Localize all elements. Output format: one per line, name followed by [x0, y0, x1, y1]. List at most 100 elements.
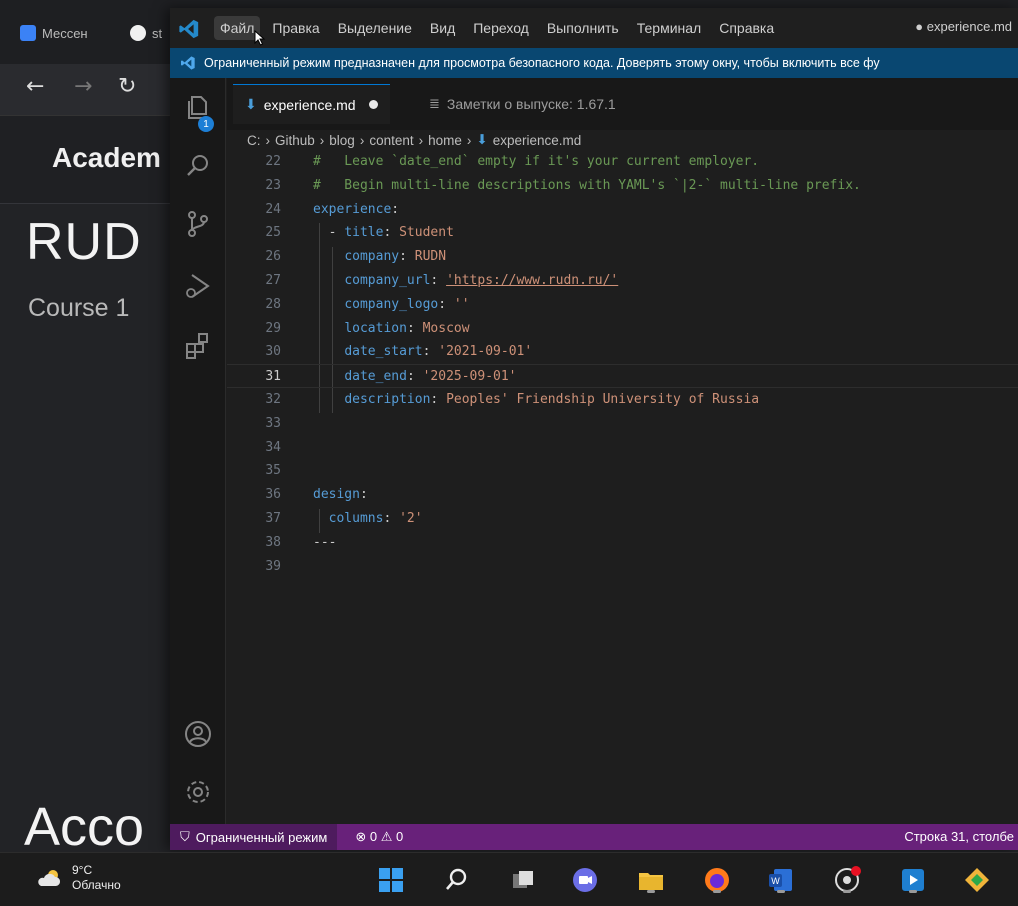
problems-indicator[interactable]: ⊗ 0 ⚠ 0	[337, 829, 403, 845]
extensions-icon[interactable]	[182, 330, 214, 362]
start-windows-icon[interactable]	[376, 865, 406, 895]
breadcrumb-item[interactable]: C:	[247, 133, 261, 148]
weather-widget[interactable]: 9°C Облачно	[36, 863, 121, 893]
line-number: 23	[265, 177, 281, 193]
breadcrumb-item[interactable]: home	[428, 133, 462, 148]
yaml-indent	[313, 369, 344, 384]
yaml-val: '2'	[399, 511, 423, 526]
unsaved-dot-icon[interactable]	[368, 100, 378, 109]
yaml-key: title	[344, 225, 384, 241]
line-number: 24	[265, 201, 281, 217]
tab-release-notes[interactable]: ≣ Заметки о выпуске: 1.67.1	[417, 84, 628, 124]
browser-tab-messenger[interactable]: Мессен	[20, 18, 88, 48]
yaml-indent: -	[313, 225, 345, 241]
menu-edit[interactable]: Правка	[266, 16, 325, 40]
yaml-key: date_start	[344, 344, 423, 360]
vscode-logo-icon	[179, 19, 199, 39]
yaml-indent	[313, 511, 329, 526]
line-number: 38	[265, 534, 281, 550]
code-line[interactable]: 32 description: Peoples' Friendship Univ…	[227, 388, 1018, 412]
chat-icon[interactable]	[570, 865, 600, 895]
yaml-key: company	[344, 249, 400, 265]
account-icon[interactable]	[182, 718, 214, 750]
yaml-sep: :	[422, 344, 439, 360]
site-title[interactable]: Academ	[52, 142, 161, 174]
code-line[interactable]: 39	[227, 555, 1018, 579]
code-line[interactable]: 25 - title: Student	[227, 221, 1018, 245]
code-text: company_url: 'https://www.rudn.ru/'	[313, 269, 618, 293]
menu-run[interactable]: Выполнить	[541, 16, 625, 40]
code-line[interactable]: 27 company_url: 'https://www.rudn.ru/'	[227, 269, 1018, 293]
code-line[interactable]: 28 company_logo: ''	[227, 293, 1018, 317]
code-line[interactable]: 22 # Leave `date_end` empty if it's your …	[227, 152, 1018, 174]
search-icon[interactable]	[182, 150, 214, 182]
firefox-icon[interactable]	[702, 865, 732, 895]
breadcrumb-item[interactable]: blog	[329, 133, 355, 148]
code-text: # Leave `date_end` empty if it's your cu…	[313, 152, 759, 174]
code-line[interactable]: 35	[227, 459, 1018, 483]
code-editor[interactable]: 22 # Leave `date_end` empty if it's your …	[227, 152, 1018, 824]
search-icon[interactable]	[442, 865, 472, 895]
forward-arrow-icon[interactable]: →	[74, 74, 92, 99]
yaml-sep: :	[359, 487, 368, 503]
breadcrumb-item[interactable]: content	[369, 133, 413, 148]
code-line[interactable]: 24 experience:	[227, 198, 1018, 222]
word-icon[interactable]: W	[766, 865, 796, 895]
code-text: experience:	[313, 198, 399, 222]
code-line[interactable]: 31 date_end: '2025-09-01'	[227, 364, 1018, 388]
code-line[interactable]: 34	[227, 436, 1018, 460]
task-view-icon[interactable]	[508, 865, 538, 895]
yaml-val: 'https://www.rudn.ru/'	[446, 273, 619, 288]
code-line[interactable]: 37 columns: '2'	[227, 507, 1018, 531]
code-line[interactable]: 38 ---	[227, 531, 1018, 555]
error-icon: ⊗	[355, 829, 367, 844]
settings-gear-icon[interactable]	[182, 776, 214, 808]
restricted-mode-indicator[interactable]: ⛉ Ограниченный режим	[170, 824, 338, 850]
breadcrumb-item[interactable]: experience.md	[493, 133, 582, 148]
menu-go[interactable]: Переход	[467, 16, 535, 40]
video-player-icon[interactable]	[898, 865, 928, 895]
yaml-val: Peoples' Friendship University of Russia	[446, 392, 760, 407]
code-line[interactable]: 29 location: Moscow	[227, 317, 1018, 341]
file-explorer-icon[interactable]	[636, 865, 666, 895]
line-number: 27	[265, 273, 281, 288]
menu-help[interactable]: Справка	[713, 16, 780, 40]
code-line[interactable]: 26 company: RUDN	[227, 245, 1018, 269]
browser-tab-github[interactable]: st	[130, 18, 162, 48]
browser-tab-label: Мессен	[42, 25, 88, 41]
code-line[interactable]: 30 date_start: '2021-09-01'	[227, 340, 1018, 364]
reload-icon[interactable]: ↻	[118, 74, 136, 99]
obs-studio-icon[interactable]	[832, 865, 862, 895]
error-count: 0	[369, 829, 378, 844]
menu-view[interactable]: Вид	[424, 16, 461, 40]
yaml-indent	[313, 321, 344, 336]
cursor-position[interactable]: Строка 31, столбе	[904, 829, 1014, 844]
code-text: - title: Student	[313, 221, 454, 245]
yaml-sep: :	[383, 511, 400, 526]
code-line[interactable]: 33	[227, 412, 1018, 436]
yaml-key: design	[313, 487, 360, 503]
code-text: ---	[313, 531, 336, 555]
menu-selection[interactable]: Выделение	[332, 16, 418, 40]
restricted-mode-banner[interactable]: Ограниченный режим предназначен для прос…	[170, 48, 1018, 78]
line-number: 39	[265, 558, 281, 574]
git-app-icon[interactable]	[962, 865, 992, 895]
code-line[interactable]: 23 # Begin multi-line descriptions with Y…	[227, 174, 1018, 198]
warning-count: 0	[395, 829, 404, 844]
code-token: # Begin multi-line descriptions with YAM…	[313, 177, 861, 193]
editor-tab-bar: ⬇ experience.md ≣ Заметки о выпуске: 1.6…	[227, 78, 1018, 130]
code-line[interactable]: 36 design:	[227, 483, 1018, 507]
source-control-icon[interactable]	[182, 208, 214, 240]
code-text: location: Moscow	[313, 317, 469, 341]
vscode-window: Файл Правка Выделение Вид Переход Выполн…	[170, 8, 1018, 850]
taskbar: 9°C Облачно W	[0, 852, 1018, 906]
menu-terminal[interactable]: Терминал	[631, 16, 707, 40]
run-debug-icon[interactable]	[182, 270, 214, 302]
back-arrow-icon[interactable]: ←	[26, 74, 44, 99]
section-heading: Acco	[24, 797, 145, 857]
status-bar: ⛉ Ограниченный режим ⊗ 0 ⚠ 0 Строка 31, …	[170, 824, 1018, 850]
code-text: description: Peoples' Friendship Univers…	[313, 388, 759, 412]
line-number: 32	[265, 392, 281, 407]
breadcrumb-item[interactable]: Github	[275, 133, 315, 148]
tab-experience-md[interactable]: ⬇ experience.md	[233, 84, 390, 124]
